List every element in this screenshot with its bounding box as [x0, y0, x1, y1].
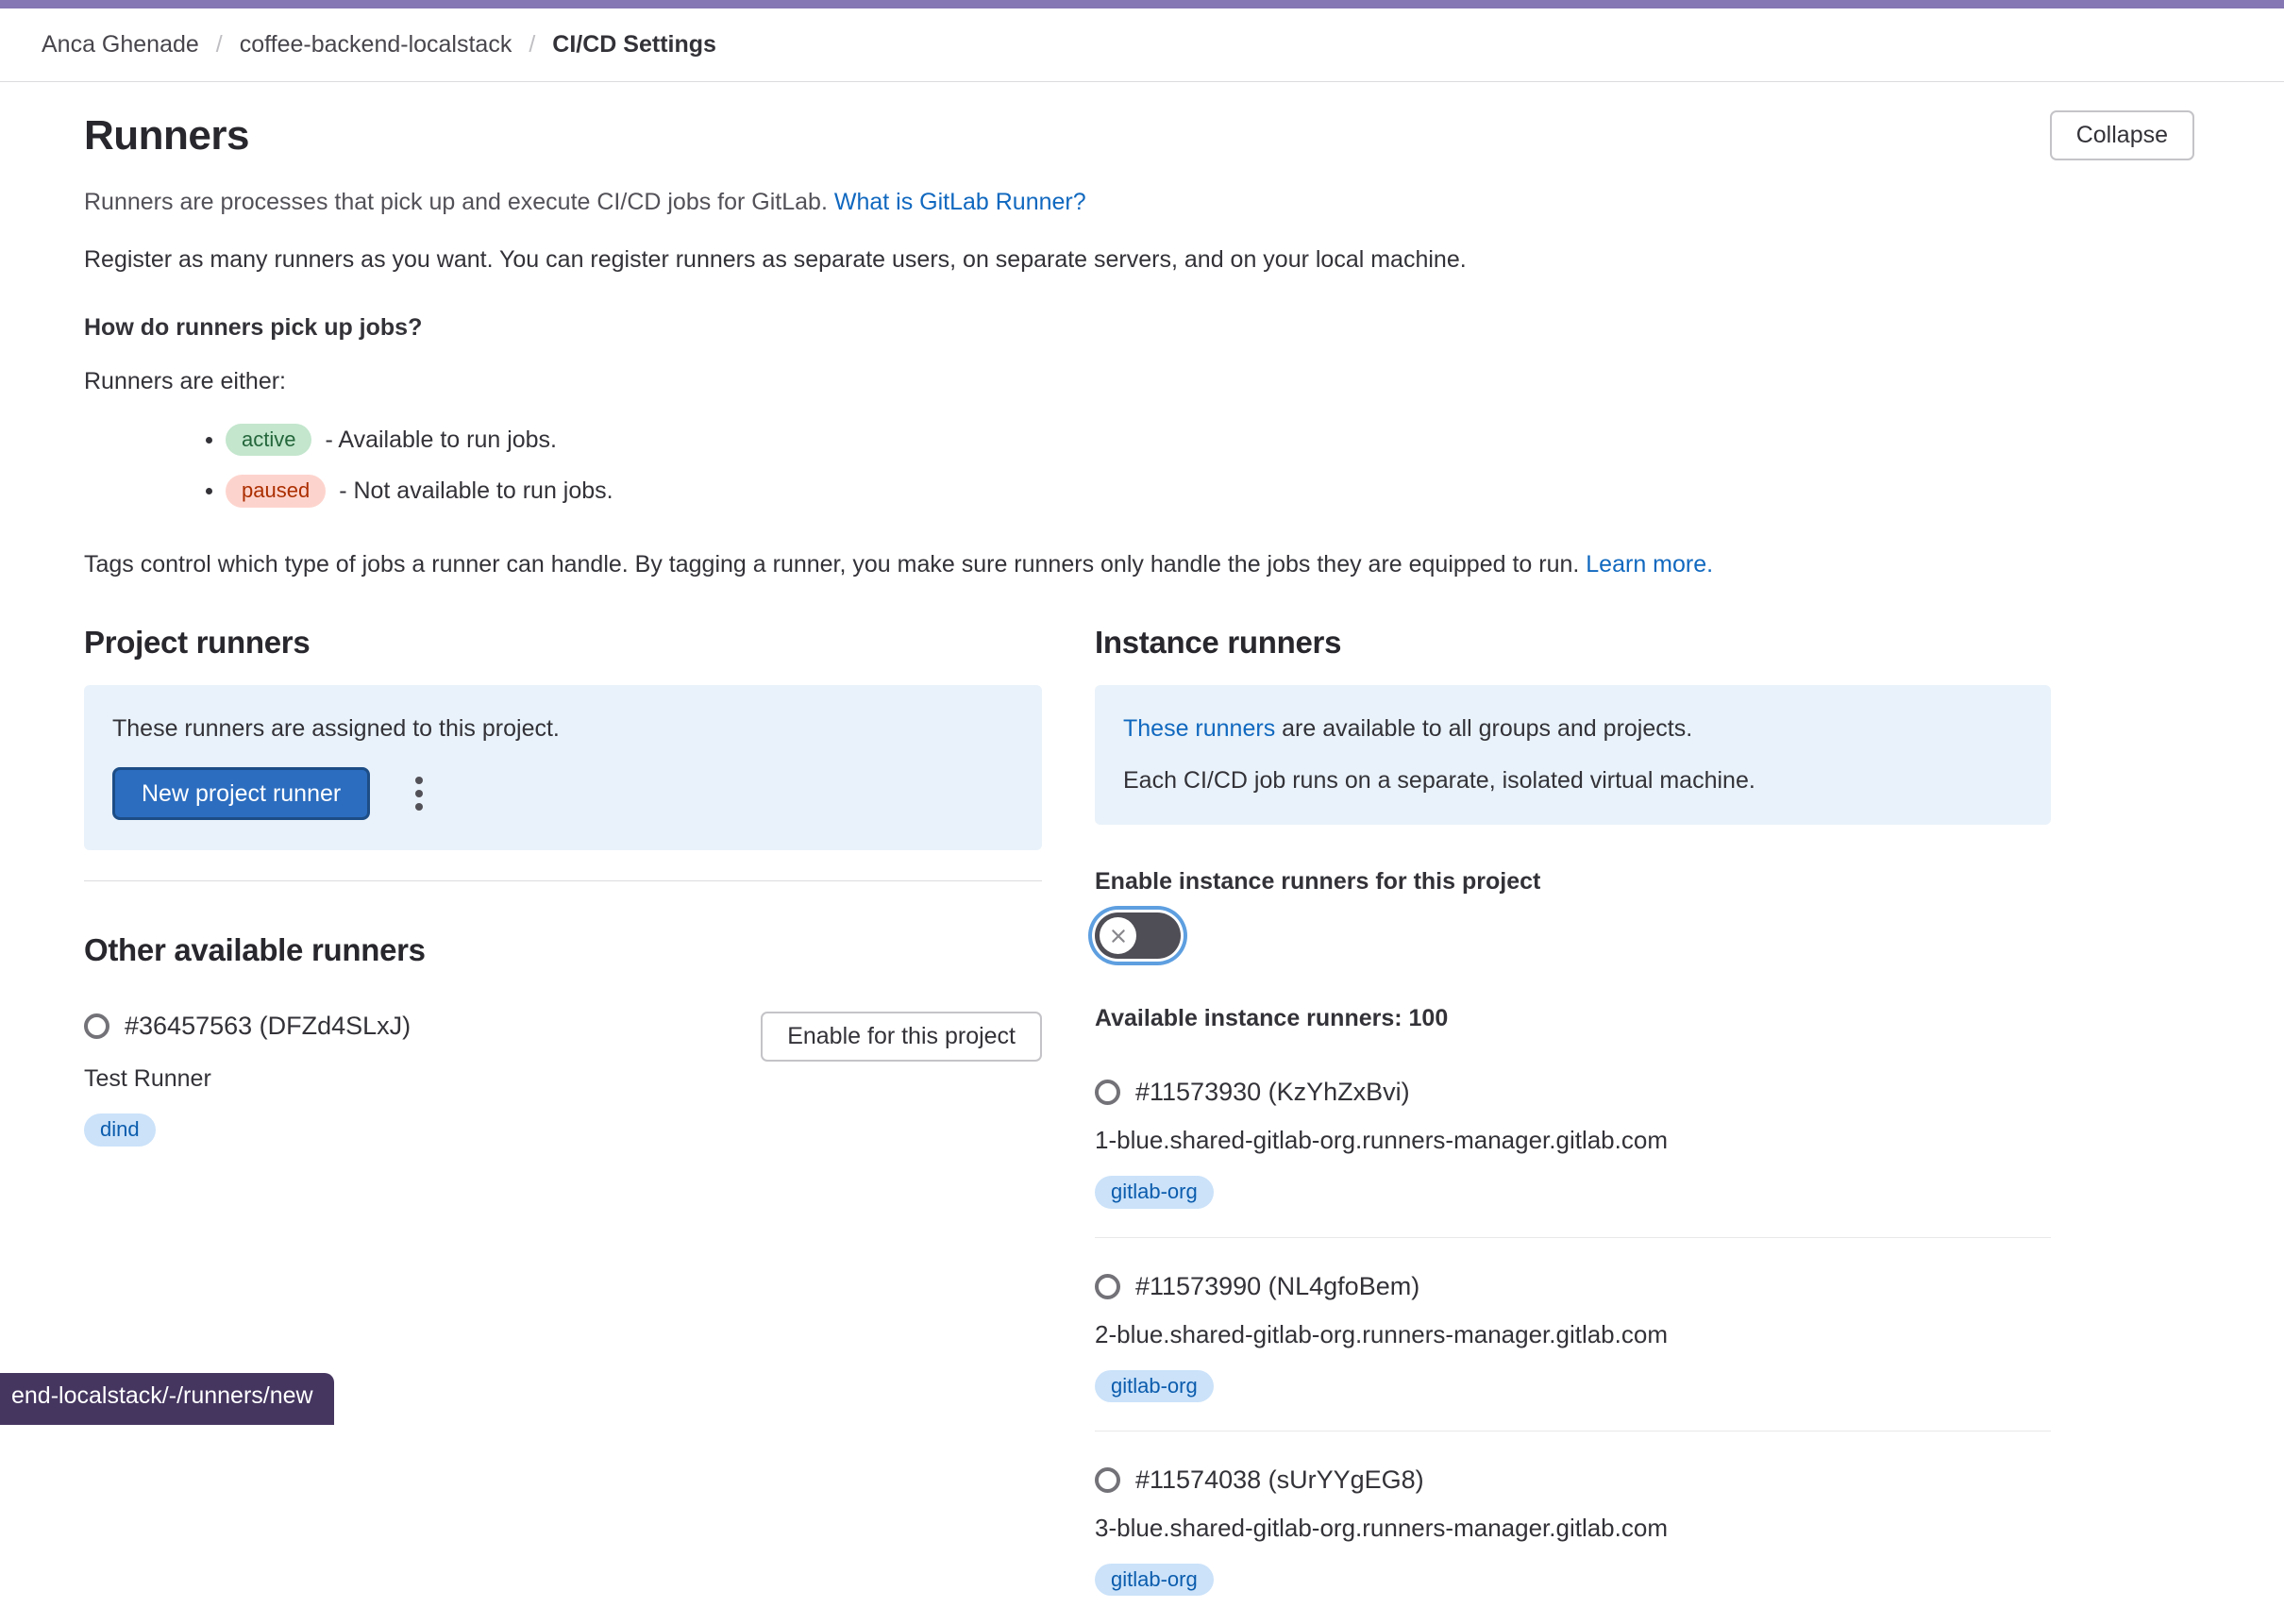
instance-runners-column: Instance runners These runners are avail… — [1095, 625, 2051, 1624]
what-is-gitlab-runner-link[interactable]: What is GitLab Runner? — [834, 189, 1086, 215]
instance-runners-heading: Instance runners — [1095, 625, 2051, 661]
breadcrumb-link-project[interactable]: coffee-backend-localstack — [240, 31, 512, 59]
instance-runners-toggle[interactable] — [1095, 912, 1181, 959]
runner-status-icon — [1095, 1080, 1120, 1105]
runner-host: 3-blue.shared-gitlab-org.runners-manager… — [1095, 1514, 2051, 1543]
available-instance-runners-count: Available instance runners: 100 — [1095, 1005, 2051, 1032]
project-runners-column: Project runners These runners are assign… — [84, 625, 1042, 1624]
these-runners-link[interactable]: These runners — [1123, 715, 1275, 742]
runners-are-either-label: Runners are either: — [84, 368, 2194, 395]
runner-host: 1-blue.shared-gitlab-org.runners-manager… — [1095, 1126, 2051, 1155]
runner-title-link[interactable]: #11574038 (sUrYYgEG8) — [1135, 1465, 1424, 1495]
runners-description: Runners are processes that pick up and e… — [84, 187, 2194, 218]
instance-runners-info-text: are available to all groups and projects… — [1282, 715, 1692, 742]
instance-runners-info-line1: These runners are available to all group… — [1123, 715, 2023, 743]
how-runners-pick-up-jobs-heading: How do runners pick up jobs? — [84, 314, 2194, 342]
page-title: Runners — [84, 112, 249, 159]
runners-description-text: Runners are processes that pick up and e… — [84, 189, 828, 215]
collapse-button[interactable]: Collapse — [2050, 110, 2194, 160]
project-runners-heading: Project runners — [84, 625, 1042, 661]
runners-settings-section: Runners Collapse Runners are processes t… — [0, 110, 2284, 1624]
runner-tag-badge: dind — [84, 1113, 156, 1146]
register-runners-text: Register as many runners as you want. Yo… — [84, 244, 2194, 276]
instance-runners-info-line2: Each CI/CD job runs on a separate, isola… — [1123, 767, 2023, 795]
theme-top-bar — [0, 0, 2284, 8]
runner-tag-badge: gitlab-org — [1095, 1176, 1214, 1208]
runner-title-link[interactable]: #11573990 (NL4gfoBem) — [1135, 1272, 1419, 1301]
active-state-text: - Available to run jobs. — [325, 427, 557, 454]
runner-status-icon — [84, 1013, 109, 1039]
runner-tag-badge: gitlab-org — [1095, 1370, 1214, 1402]
runner-title-link[interactable]: #11573930 (KzYhZxBvi) — [1135, 1078, 1410, 1107]
breadcrumb-link-user[interactable]: Anca Ghenade — [42, 31, 199, 59]
runner-state-list: active - Available to run jobs. paused -… — [226, 424, 2194, 508]
instance-runner-item: #11573990 (NL4gfoBem) 2-blue.shared-gitl… — [1095, 1238, 2051, 1431]
breadcrumb: Anca Ghenade / coffee-backend-localstack… — [0, 8, 2284, 82]
available-runner-row: #36457563 (DFZd4SLxJ) Test Runner dind E… — [84, 1012, 1042, 1146]
learn-more-link[interactable]: Learn more. — [1586, 551, 1713, 578]
runner-state-active-item: active - Available to run jobs. — [226, 424, 2194, 456]
runner-tag-badge: gitlab-org — [1095, 1564, 1214, 1596]
kebab-menu-icon[interactable] — [406, 767, 432, 820]
other-available-runners-heading: Other available runners — [84, 932, 1042, 968]
link-url-preview-tooltip: end-localstack/-/runners/new — [0, 1373, 334, 1425]
breadcrumb-current-page: CI/CD Settings — [552, 31, 716, 59]
runner-status-icon — [1095, 1274, 1120, 1299]
project-runners-info-box: These runners are assigned to this proje… — [84, 685, 1042, 850]
toggle-knob-x-icon — [1100, 917, 1136, 954]
runner-description: Test Runner — [84, 1065, 411, 1093]
runner-status-icon — [1095, 1467, 1120, 1493]
new-project-runner-button[interactable]: New project runner — [112, 767, 370, 820]
project-runners-info-text: These runners are assigned to this proje… — [112, 715, 1014, 743]
enable-for-this-project-button[interactable]: Enable for this project — [761, 1012, 1042, 1062]
runner-title-link[interactable]: #36457563 (DFZd4SLxJ) — [125, 1012, 411, 1041]
paused-badge: paused — [226, 475, 326, 507]
instance-runner-item: #11574038 (sUrYYgEG8) 3-blue.shared-gitl… — [1095, 1431, 2051, 1624]
paused-state-text: - Not available to run jobs. — [339, 477, 613, 505]
active-badge: active — [226, 424, 311, 456]
enable-instance-runners-label: Enable instance runners for this project — [1095, 868, 2051, 896]
instance-runners-info-box: These runners are available to all group… — [1095, 685, 2051, 825]
instance-runner-item: #11573930 (KzYhZxBvi) 1-blue.shared-gitl… — [1095, 1044, 2051, 1237]
tags-description-text: Tags control which type of jobs a runner… — [84, 551, 1579, 578]
runner-state-paused-item: paused - Not available to run jobs. — [226, 475, 2194, 507]
instance-runner-list: #11573930 (KzYhZxBvi) 1-blue.shared-gitl… — [1095, 1044, 2051, 1624]
breadcrumb-separator: / — [529, 31, 535, 59]
breadcrumb-separator: / — [216, 31, 223, 59]
available-runner-details: #36457563 (DFZd4SLxJ) Test Runner dind — [84, 1012, 411, 1146]
runner-host: 2-blue.shared-gitlab-org.runners-manager… — [1095, 1320, 2051, 1349]
section-divider — [84, 880, 1042, 881]
tags-description: Tags control which type of jobs a runner… — [84, 549, 2194, 580]
